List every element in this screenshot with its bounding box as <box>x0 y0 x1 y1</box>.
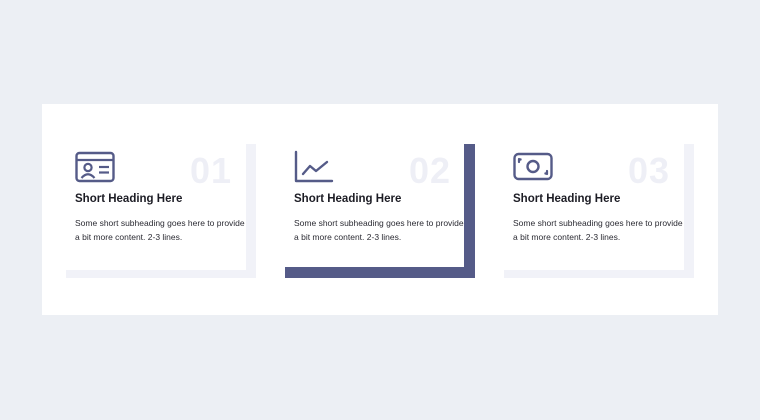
card-number: 02 <box>408 150 451 191</box>
card-heading: Short Heading Here <box>294 193 402 205</box>
card-frame-bottom <box>66 270 256 278</box>
card-frame-right <box>464 144 475 278</box>
card-subheading: Some short subheading goes here to provi… <box>75 218 245 242</box>
card-subheading: Some short subheading goes here to provi… <box>294 218 464 242</box>
card-number: 03 <box>627 150 670 191</box>
feature-panel: 01 Short Heading Here Some short subhead… <box>42 104 718 315</box>
card-frame-bottom <box>285 267 475 278</box>
card-number: 01 <box>189 150 232 191</box>
card-heading: Short Heading Here <box>513 193 621 205</box>
card-frame-right <box>684 144 694 278</box>
feature-card-1: 01 Short Heading Here Some short subhead… <box>66 144 256 278</box>
card-subheading: Some short subheading goes here to provi… <box>513 218 683 242</box>
feature-card-2: 02 Short Heading Here Some short subhead… <box>285 144 475 278</box>
id-card-icon <box>75 150 115 184</box>
banknote-icon <box>513 150 553 184</box>
line-chart-icon <box>294 150 334 184</box>
feature-card-3: 03 Short Heading Here Some short subhead… <box>504 144 694 278</box>
card-heading: Short Heading Here <box>75 193 183 205</box>
card-frame-bottom <box>504 270 694 278</box>
card-frame-right <box>246 144 256 278</box>
